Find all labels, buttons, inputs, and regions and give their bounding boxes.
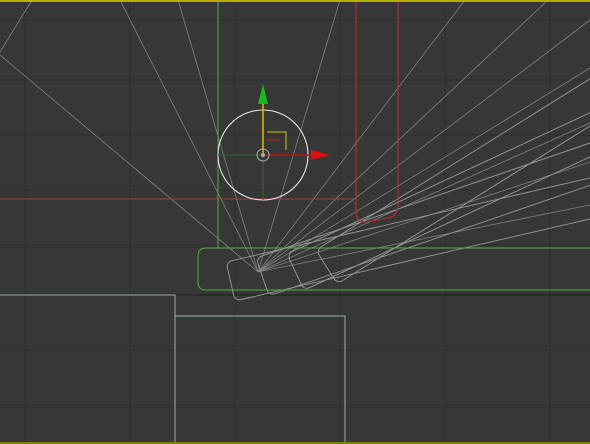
scene-svg[interactable] (0, 0, 590, 444)
frustum-lines (0, 0, 590, 273)
gizmo-center-dot (261, 153, 265, 157)
viewport-grid (0, 0, 590, 444)
viewport-canvas[interactable] (0, 0, 590, 444)
red-wall[interactable] (0, 0, 399, 223)
gizmo-x-arrow-icon[interactable] (311, 150, 330, 160)
teal-box-left[interactable] (0, 294, 176, 444)
teal-box-right[interactable] (175, 315, 346, 444)
gizmo-y-arrow-icon[interactable] (258, 84, 268, 104)
